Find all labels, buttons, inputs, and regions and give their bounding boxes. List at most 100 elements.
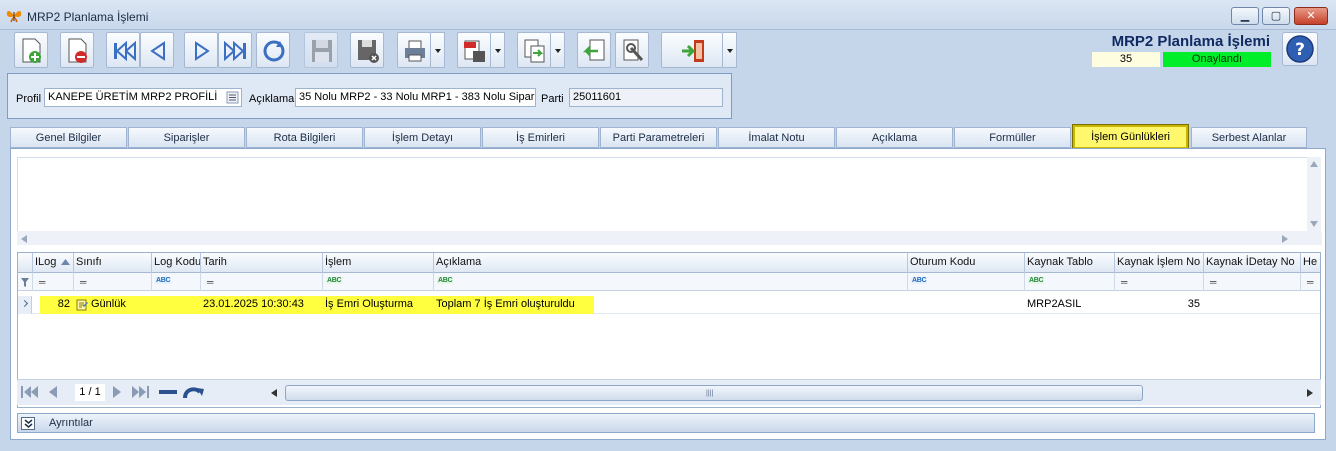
cell-oturum-kodu[interactable]	[907, 296, 1024, 314]
scroll-right-icon[interactable]	[1282, 235, 1288, 243]
column-sinifi[interactable]: Sınıfı	[73, 253, 151, 273]
filter-islem[interactable]: ABC	[322, 273, 433, 291]
save-close-icon	[358, 40, 379, 63]
filter-ilog[interactable]: ═	[32, 273, 73, 291]
grid-navigator: 1 / 1 ||||	[17, 379, 1321, 405]
previous-record-button[interactable]	[140, 32, 174, 68]
column-kaynak-islem-no[interactable]: Kaynak İşlem No	[1114, 253, 1203, 273]
details-toggle-button[interactable]	[21, 417, 35, 430]
cell-sinifi[interactable]: Günlük	[73, 296, 151, 314]
column-ilog[interactable]: ILog	[32, 253, 73, 273]
save-close-button[interactable]	[350, 32, 384, 68]
last-record-button[interactable]	[218, 32, 252, 68]
filter-sinifi[interactable]: ═	[73, 273, 151, 291]
parti-value: 25011601	[573, 91, 622, 103]
nav-next-icon[interactable]	[111, 385, 123, 399]
equals-icon: ═	[1210, 277, 1217, 287]
column-kaynak-idetay-no[interactable]: Kaynak İDetay No	[1203, 253, 1300, 273]
cell-kaynak-islem-no[interactable]: 35	[1114, 296, 1203, 314]
tab-parti-parametreleri[interactable]: Parti Parametreleri	[600, 127, 717, 148]
scroll-left-icon[interactable]	[271, 389, 277, 397]
memo-vertical-scrollbar[interactable]	[1307, 157, 1321, 231]
tab-islem-detayi[interactable]: İşlem Detayı	[364, 127, 481, 148]
tab-rota-bilgileri[interactable]: Rota Bilgileri	[246, 127, 363, 148]
pdf-button[interactable]	[457, 32, 491, 68]
import-button[interactable]	[577, 32, 611, 68]
maximize-button[interactable]: ▢	[1262, 7, 1290, 25]
refresh-button[interactable]	[256, 32, 290, 68]
tab-islem-gunlukleri[interactable]: İşlem Günlükleri	[1072, 124, 1189, 150]
profil-field[interactable]: KANEPE ÜRETİM MRP2 PROFİLİ	[44, 88, 242, 107]
column-islem[interactable]: İşlem	[322, 253, 433, 273]
export-dropdown[interactable]	[551, 32, 565, 68]
memo-horizontal-scrollbar[interactable]	[17, 231, 1322, 245]
exit-button[interactable]	[661, 32, 723, 68]
column-log-kodu[interactable]: Log Kodu	[151, 253, 200, 273]
scroll-thumb[interactable]: ||||	[285, 385, 1143, 401]
tab-serbest-alanlar[interactable]: Serbest Alanlar	[1191, 127, 1307, 148]
column-aciklama[interactable]: Açıklama	[433, 253, 907, 273]
nav-delete-icon[interactable]	[159, 385, 177, 399]
cell-log-kodu[interactable]	[151, 296, 200, 314]
document-title: MRP2 Planlama İşlemi	[1111, 33, 1270, 50]
filter-aciklama[interactable]: ABC	[433, 273, 907, 291]
tab-aciklama[interactable]: Açıklama	[836, 127, 953, 148]
nav-refresh-icon[interactable]	[183, 385, 205, 401]
cell-aciklama[interactable]: Toplam 7 İş Emri oluşturuldu	[433, 296, 594, 314]
scroll-left-icon[interactable]	[21, 235, 27, 243]
filter-log-kodu[interactable]: ABC	[151, 273, 200, 291]
filter-kaynak-idetay-no[interactable]: ═	[1203, 273, 1300, 291]
filter-he[interactable]: ═	[1300, 273, 1320, 291]
column-he[interactable]: He	[1300, 253, 1320, 273]
new-icon	[22, 38, 41, 63]
tab-siparisler[interactable]: Siparişler	[128, 127, 245, 148]
cell-islem[interactable]: İş Emri Oluşturma	[322, 296, 433, 314]
cell-kaynak-tablo[interactable]: MRP2ASIL	[1024, 296, 1114, 314]
filter-kaynak-tablo[interactable]: ABC	[1024, 273, 1114, 291]
new-button[interactable]	[14, 32, 48, 68]
tab-genel-bilgiler[interactable]: Genel Bilgiler	[10, 127, 127, 148]
filter-kaynak-islem-no[interactable]: ═	[1114, 273, 1203, 291]
column-kaynak-tablo[interactable]: Kaynak Tablo	[1024, 253, 1114, 273]
cell-ilog[interactable]: 82	[40, 296, 73, 314]
delete-button[interactable]	[60, 32, 94, 68]
next-record-button[interactable]	[184, 32, 218, 68]
print-button[interactable]	[397, 32, 431, 68]
close-button[interactable]: ✕	[1294, 7, 1328, 25]
help-icon: ?	[1286, 35, 1314, 63]
list-icon[interactable]	[226, 91, 239, 104]
cell-tarih[interactable]: 23.01.2025 10:30:43	[200, 296, 322, 314]
column-oturum-kodu[interactable]: Oturum Kodu	[907, 253, 1024, 273]
pdf-dropdown[interactable]	[491, 32, 505, 68]
table-row[interactable]: 82 Günlük 23.01.2025 10:30:43 İş Emri Ol…	[18, 296, 1320, 314]
nav-prev-icon[interactable]	[47, 385, 59, 399]
nav-last-icon[interactable]	[131, 385, 149, 399]
filter-oturum-kodu[interactable]: ABC	[907, 273, 1024, 291]
last-icon	[224, 40, 246, 62]
grid-horizontal-scrollbar[interactable]: ||||	[267, 385, 1317, 401]
filter-tarih[interactable]: ═	[200, 273, 322, 291]
export-button[interactable]	[517, 32, 551, 68]
details-bar[interactable]: Ayrıntılar	[17, 413, 1315, 433]
scroll-up-icon[interactable]	[1310, 161, 1318, 167]
first-record-button[interactable]	[106, 32, 140, 68]
tab-imalat-notu[interactable]: İmalat Notu	[718, 127, 835, 148]
column-tarih[interactable]: Tarih	[200, 253, 322, 273]
exit-dropdown[interactable]	[723, 32, 737, 68]
scroll-down-icon[interactable]	[1310, 221, 1318, 227]
parti-field[interactable]: 25011601	[569, 88, 723, 107]
row-indicator[interactable]	[18, 296, 32, 314]
tools-button[interactable]	[615, 32, 649, 68]
page-indicator: 1 / 1	[75, 384, 105, 401]
tab-is-emirleri[interactable]: İş Emirleri	[482, 127, 599, 148]
scroll-right-icon[interactable]	[1307, 389, 1313, 397]
print-dropdown[interactable]	[431, 32, 445, 68]
minimize-button[interactable]: ▁	[1231, 7, 1259, 25]
help-button[interactable]: ?	[1282, 32, 1318, 66]
aciklama-field[interactable]: 35 Nolu MRP2 - 33 Nolu MRP1 - 383 Nolu S…	[295, 88, 536, 107]
cell-kaynak-idetay-no[interactable]	[1203, 296, 1300, 314]
save-button[interactable]	[304, 32, 338, 68]
nav-first-icon[interactable]	[21, 385, 39, 399]
butterfly-icon	[6, 11, 22, 23]
tab-formuller[interactable]: Formüller	[954, 127, 1071, 148]
